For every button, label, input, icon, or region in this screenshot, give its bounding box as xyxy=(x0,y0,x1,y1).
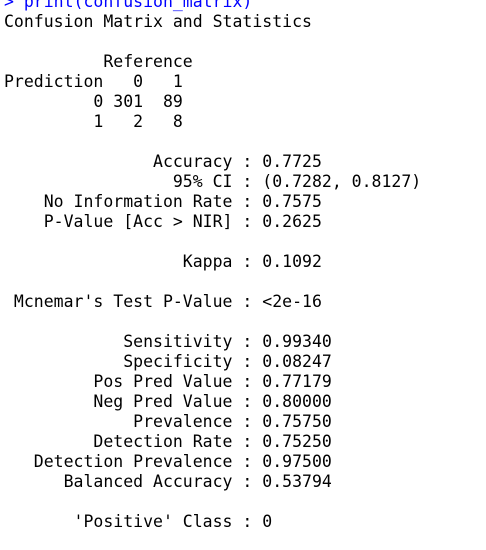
stat-kappa: Kappa : 0.1092 xyxy=(4,252,322,271)
stat-detection-prevalence: Detection Prevalence : 0.97500 xyxy=(4,452,332,471)
r-console-output: > print(confusion_matrix) Confusion Matri… xyxy=(4,0,421,532)
stat-balanced-accuracy: Balanced Accuracy : 0.53794 xyxy=(4,472,332,491)
stat-detection-rate: Detection Rate : 0.75250 xyxy=(4,432,332,451)
command-line: > print(confusion_matrix) xyxy=(4,0,253,11)
positive-class: 'Positive' Class : 0 xyxy=(4,512,273,531)
stat-pos-pred-value: Pos Pred Value : 0.77179 xyxy=(4,372,332,391)
matrix-row-1: 1 2 8 xyxy=(4,112,183,131)
output-title: Confusion Matrix and Statistics xyxy=(4,12,312,31)
matrix-row-0: 0 301 89 xyxy=(4,92,183,111)
stat-specificity: Specificity : 0.08247 xyxy=(4,352,332,371)
matrix-reference-header: Reference xyxy=(4,52,193,71)
stat-accuracy: Accuracy : 0.7725 xyxy=(4,152,322,171)
stat-prevalence: Prevalence : 0.75750 xyxy=(4,412,332,431)
stat-mcnemar-p-value: Mcnemar's Test P-Value : <2e-16 xyxy=(4,292,322,311)
stat-sensitivity: Sensitivity : 0.99340 xyxy=(4,332,332,351)
matrix-prediction-header: Prediction 0 1 xyxy=(4,72,183,91)
stat-no-information-rate: No Information Rate : 0.7575 xyxy=(4,192,322,211)
stat-95-ci: 95% CI : (0.7282, 0.8127) xyxy=(4,172,422,191)
stat-p-value-acc-nir: P-Value [Acc > NIR] : 0.2625 xyxy=(4,212,322,231)
stat-neg-pred-value: Neg Pred Value : 0.80000 xyxy=(4,392,332,411)
